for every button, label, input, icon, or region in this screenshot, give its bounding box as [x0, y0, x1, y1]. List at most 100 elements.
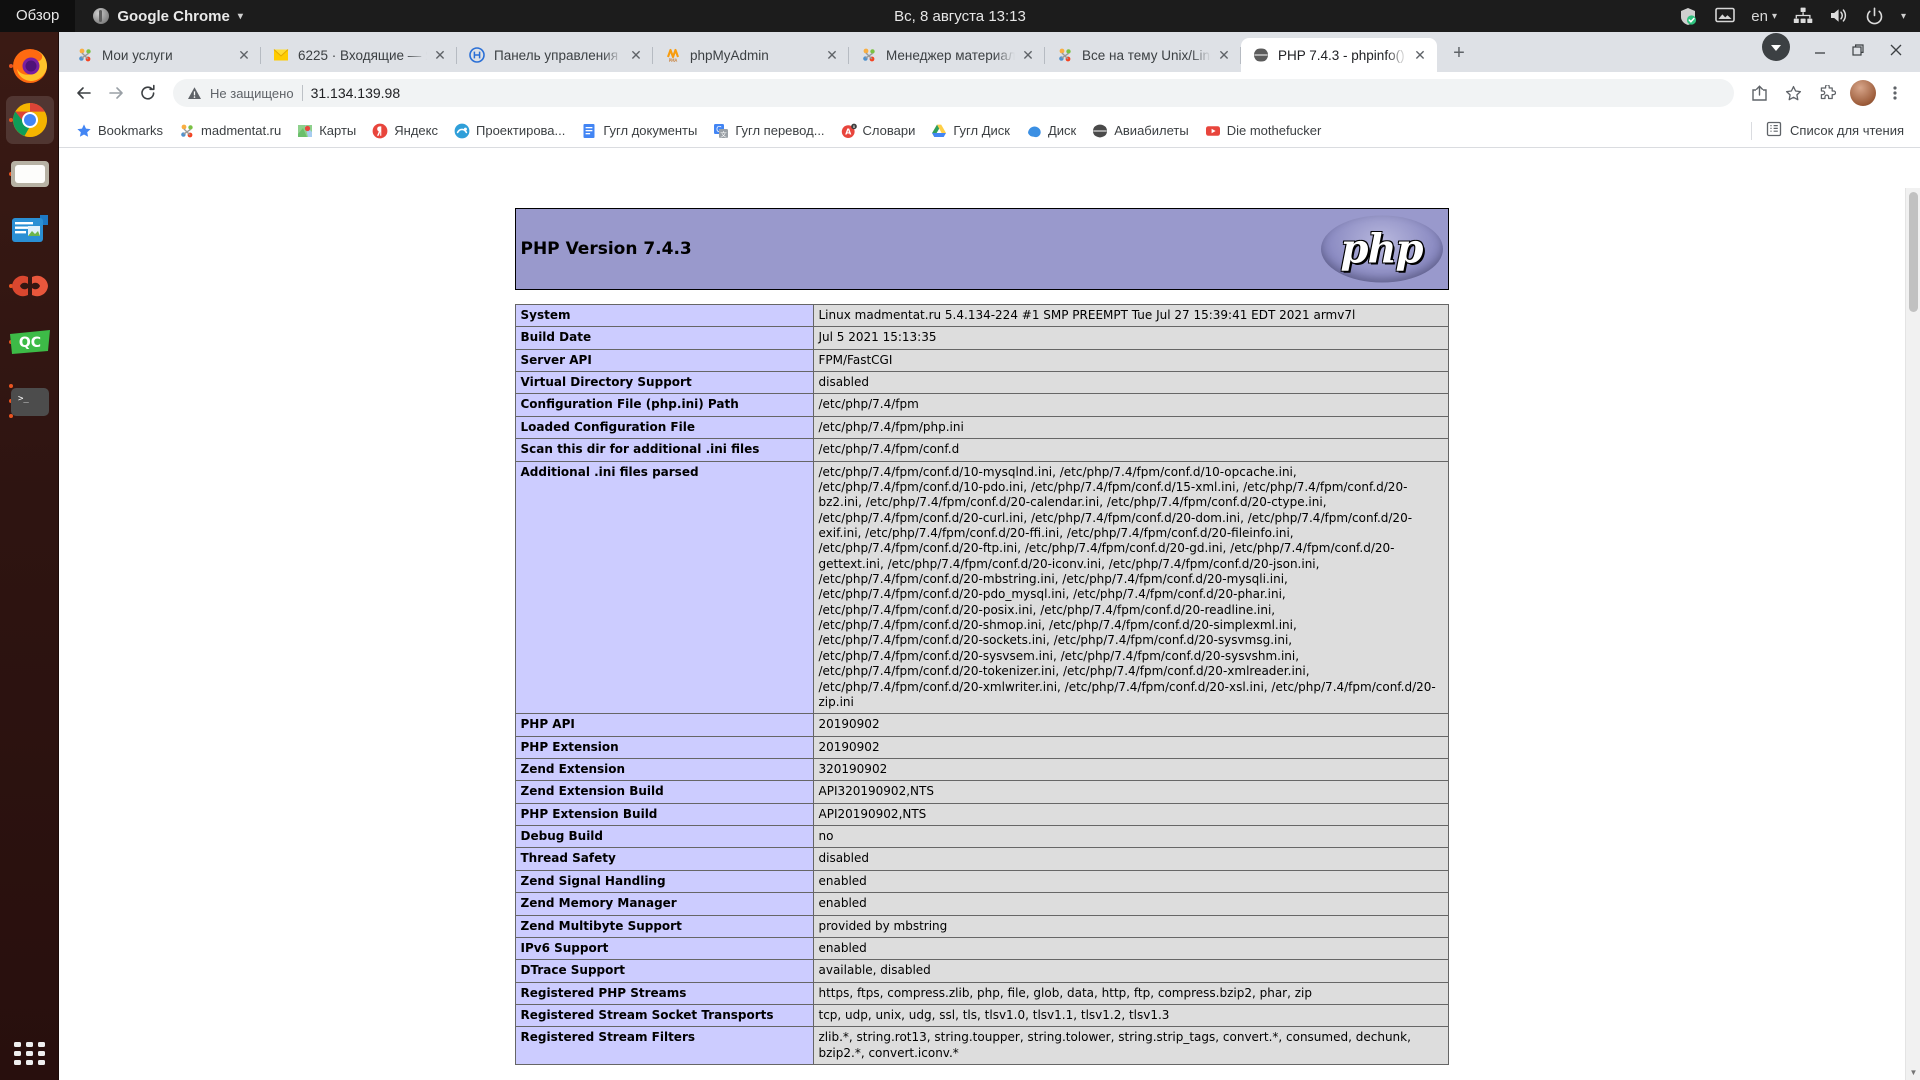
tab-close-icon[interactable]: ✕	[235, 46, 253, 64]
svg-text:A: A	[845, 127, 852, 136]
close-window-button[interactable]	[1878, 35, 1914, 65]
tab-title: Менеджер материалов	[886, 47, 1015, 63]
maps-icon	[297, 123, 313, 139]
tab-content-manager[interactable]: Менеджер материалов ✕	[849, 38, 1045, 72]
dock-item-firefox[interactable]	[8, 44, 52, 88]
url-text[interactable]: 31.134.139.98	[311, 85, 401, 101]
reading-list-icon	[1766, 121, 1782, 140]
dock-item-files[interactable]	[8, 152, 52, 196]
dock-item-google-chrome[interactable]	[6, 96, 54, 144]
dictionary-icon: AB	[841, 123, 857, 139]
bookmarks-bar: Bookmarks madmentat.ru Карты Яндекс Прое…	[59, 114, 1920, 148]
joomla-icon	[179, 123, 195, 139]
table-cell-value: zlib.*, string.rot13, string.toupper, st…	[812, 1026, 1449, 1066]
bookmark-madmentat-ru[interactable]: madmentat.ru	[172, 119, 288, 143]
forward-button[interactable]	[101, 78, 131, 108]
bookmark-label: Гугл Диск	[953, 123, 1010, 138]
power-icon	[1865, 7, 1885, 25]
tab-close-icon[interactable]: ✕	[431, 46, 449, 64]
tab-close-icon[interactable]: ✕	[1215, 46, 1233, 64]
tab-php-phpinfo[interactable]: PHP 7.4.3 - phpinfo() ✕	[1241, 38, 1437, 72]
table-row: Registered Stream Socket Transports tcp, …	[514, 1003, 1449, 1028]
bookmark-google-drive[interactable]: Гугл Диск	[924, 119, 1017, 143]
table-cell-value: API320190902,NTS	[812, 780, 1449, 804]
yandex-mail-icon	[273, 47, 289, 63]
layout-label: en	[1751, 7, 1768, 25]
tab-title: Панель управления | HT	[494, 47, 623, 63]
table-row: Additional .ini files parsed/etc/php/7.4…	[514, 460, 1449, 715]
tab-yandex-mail[interactable]: 6225 · Входящие — Янд ✕	[261, 38, 457, 72]
clock[interactable]: Вс, 8 августа 13:13	[0, 8, 1920, 25]
dock-item-terminal[interactable]: >_	[8, 380, 52, 424]
tab-close-icon[interactable]: ✕	[1411, 46, 1429, 64]
system-status-area[interactable]: en ▾ ▾	[1679, 7, 1920, 25]
scroll-down-arrow-icon[interactable]: ▼	[1906, 1065, 1920, 1080]
table-cell-value: enabled	[812, 869, 1449, 894]
profile-chip-icon[interactable]	[1762, 33, 1790, 61]
table-cell-value: available, disabled	[812, 959, 1449, 983]
tab-close-icon[interactable]: ✕	[1019, 46, 1037, 64]
scrollbar-thumb[interactable]	[1909, 192, 1918, 312]
tab-moi-uslugi[interactable]: Мои услуги ✕	[65, 38, 261, 72]
table-cell-key: Zend Extension	[514, 757, 814, 782]
table-cell-key: Registered Stream Filters	[514, 1026, 814, 1066]
system-menu-chevron-icon[interactable]: ▾	[1901, 11, 1906, 22]
bookmark-yandex[interactable]: Яндекс	[365, 119, 445, 143]
google-chrome-icon	[6, 96, 54, 144]
address-bar[interactable]: Не защищено 31.134.139.98	[173, 79, 1734, 107]
google-translate-icon: G文	[713, 123, 729, 139]
table-cell-value: no	[812, 825, 1449, 849]
page-scrollbar[interactable]: ▲ ▼	[1905, 188, 1920, 1080]
reload-button[interactable]	[133, 78, 163, 108]
minimize-button[interactable]	[1802, 35, 1838, 65]
table-cell-key: DTrace Support	[514, 959, 814, 983]
dock-item-qc[interactable]: QC	[8, 320, 52, 364]
share-icon[interactable]	[1744, 78, 1774, 108]
files-folder-icon	[8, 152, 52, 196]
dock-item-clementine[interactable]	[8, 264, 52, 308]
table-row: Virtual Directory Support disabled	[514, 371, 1449, 395]
avatar[interactable]	[1850, 80, 1876, 106]
bookmark-design[interactable]: Проектирова...	[447, 119, 572, 143]
table-cell-key: Configuration File (php.ini) Path	[514, 393, 814, 417]
table-cell-value: 20190902	[812, 713, 1449, 737]
table-cell-key: Loaded Configuration File	[514, 415, 814, 440]
new-tab-button[interactable]: +	[1445, 40, 1473, 68]
tab-close-icon[interactable]: ✕	[823, 46, 841, 64]
star-icon[interactable]	[1778, 78, 1808, 108]
table-cell-key: PHP API	[514, 713, 814, 737]
bookmark-disk[interactable]: Диск	[1019, 119, 1083, 143]
bookmark-google-docs[interactable]: Гугл документы	[574, 119, 704, 143]
table-cell-value: provided by mbstring	[812, 914, 1449, 938]
chrome-menu-button[interactable]	[1880, 78, 1910, 108]
bookmark-youtube-die-mothefucker[interactable]: Die mothefucker	[1198, 119, 1329, 143]
grid-dot	[14, 1051, 21, 1056]
active-app-menu[interactable]: Google Chrome ▾	[93, 8, 243, 25]
bookmark-maps[interactable]: Карты	[290, 119, 363, 143]
bookmark-flights[interactable]: Авиабилеты	[1085, 119, 1195, 143]
tab-unix-linux[interactable]: Все на тему Unix/Linux ✕	[1045, 38, 1241, 72]
maximize-restore-button[interactable]	[1840, 35, 1876, 65]
reading-list-area[interactable]: Список для чтения	[1751, 121, 1910, 140]
keyboard-layout-indicator[interactable]: en ▾	[1751, 8, 1777, 25]
tab-control-panel[interactable]: Панель управления | HT ✕	[457, 38, 653, 72]
dock-item-libreoffice-writer[interactable]	[8, 208, 52, 252]
table-row: PHP Extension 20190902	[514, 735, 1449, 759]
bookmark-google-translate[interactable]: G文 Гугл перевод...	[706, 119, 831, 143]
bookmark-dictionaries[interactable]: AB Словари	[834, 119, 923, 143]
table-row: Registered Stream Filters zlib.*, string.…	[514, 1026, 1449, 1066]
gnome-top-bar: Обзор Google Chrome ▾ Вс, 8 августа 13:1…	[0, 0, 1920, 32]
not-secure-warning-icon[interactable]	[187, 86, 202, 101]
activities-button[interactable]: Обзор	[0, 0, 76, 32]
puzzle-icon[interactable]	[1812, 78, 1842, 108]
grid-dot	[38, 1042, 45, 1047]
tab-close-icon[interactable]: ✕	[627, 46, 645, 64]
display-icon	[1715, 7, 1736, 25]
tab-phpmyadmin[interactable]: PMA phpMyAdmin ✕	[653, 38, 849, 72]
show-applications-button[interactable]	[14, 1042, 46, 1066]
svg-text:>_: >_	[18, 394, 29, 404]
table-cell-key: System	[514, 303, 814, 328]
ubuntu-dock: QC >_	[0, 32, 59, 1080]
back-button[interactable]	[69, 78, 99, 108]
bookmark-bookmarks[interactable]: Bookmarks	[69, 119, 170, 143]
